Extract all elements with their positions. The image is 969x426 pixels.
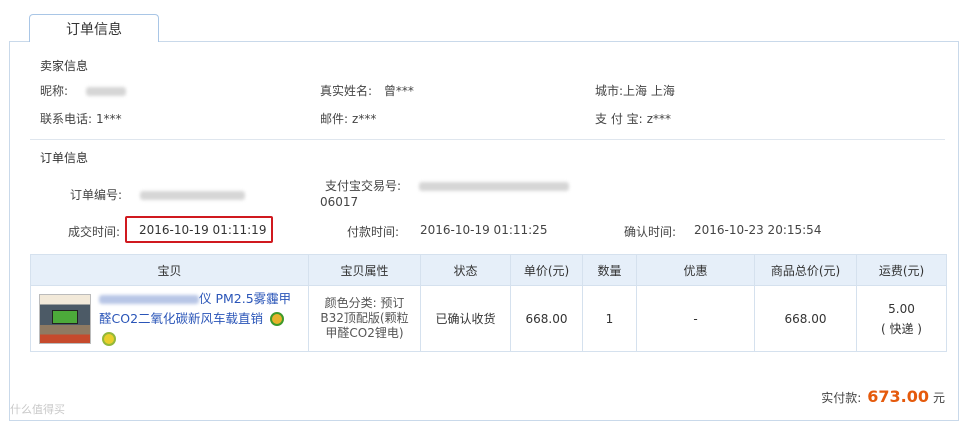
- seller-city: 城市:上海 上海: [595, 82, 675, 99]
- confirm-time-label: 确认时间:: [624, 225, 677, 239]
- shipping-method: ( 快递 ): [881, 321, 922, 336]
- nickname-value-redacted: [85, 87, 126, 96]
- divider: [30, 139, 945, 140]
- alipay-trade-tail: 06017: [320, 195, 359, 209]
- seller-email: 邮件: z***: [320, 110, 376, 127]
- table-header-row: 宝贝 宝贝属性 状态 单价(元) 数量 优惠 商品总价(元) 运费(元): [30, 254, 947, 286]
- alipay-label: 支 付 宝:: [595, 112, 643, 126]
- paid-summary: 实付款: 673.00 元: [821, 387, 945, 406]
- col-header-status: 状态: [420, 254, 511, 286]
- item-discount: -: [636, 285, 755, 352]
- seller-phone: 联系电话: 1***: [40, 110, 122, 127]
- item-shipping: 5.00 ( 快递 ): [856, 285, 947, 352]
- shipping-fee: 5.00: [888, 301, 915, 316]
- alipay-trade-redacted: [418, 182, 569, 191]
- seller-nickname: 昵称:: [40, 82, 126, 99]
- tab-order-info[interactable]: 订单信息: [29, 14, 159, 42]
- item-quantity: 1: [582, 285, 637, 352]
- order-items-table: 宝贝 宝贝属性 状态 单价(元) 数量 优惠 商品总价(元) 运费(元) 仪 P…: [30, 254, 947, 352]
- realname-label: 真实姓名:: [320, 84, 373, 98]
- seller-section-title: 卖家信息: [40, 59, 89, 73]
- col-header-unit-price: 单价(元): [510, 254, 583, 286]
- table-row: 仪 PM2.5雾霾甲醛CO2二氧化碳新风车载直销 颜色分类: 预订B32顶配版(…: [30, 285, 947, 352]
- col-header-total: 商品总价(元): [754, 254, 857, 286]
- city-value: 上海 上海: [623, 84, 675, 98]
- order-number-redacted: [139, 191, 245, 200]
- alipay-trade-label: 支付宝交易号:: [325, 179, 402, 193]
- item-unit-price: 668.00: [510, 285, 583, 352]
- col-header-attr: 宝贝属性: [308, 254, 421, 286]
- paid-currency: 元: [932, 391, 945, 405]
- product-info: 仪 PM2.5雾霾甲醛CO2二氧化碳新风车载直销: [31, 289, 308, 349]
- email-value: z***: [352, 112, 377, 126]
- product-thumbnail[interactable]: [39, 293, 91, 344]
- confirm-time-value: 2016-10-23 20:15:54: [694, 223, 822, 237]
- service-badge-icon[interactable]: [270, 312, 285, 326]
- col-header-quantity: 数量: [582, 254, 637, 286]
- email-label: 邮件:: [320, 112, 349, 126]
- pay-time-value: 2016-10-19 01:11:25: [420, 223, 548, 237]
- phone-value: 1***: [96, 112, 122, 126]
- alipay-trade-number: 支付宝交易号:: [325, 177, 569, 194]
- item-total: 668.00: [754, 285, 857, 352]
- seller-alipay: 支 付 宝: z***: [595, 110, 671, 127]
- order-number-label: 订单编号:: [70, 188, 123, 202]
- product-title-link[interactable]: 仪 PM2.5雾霾甲醛CO2二氧化碳新风车载直销: [99, 289, 295, 349]
- col-header-shipping: 运费(元): [856, 254, 947, 286]
- seller-realname: 真实姓名: 曾***: [320, 82, 414, 99]
- paid-amount: 673.00: [867, 387, 929, 406]
- deal-time-label: 成交时间:: [68, 225, 121, 239]
- realname-value: 曾***: [383, 84, 414, 98]
- watermark: 什么值得买: [10, 403, 65, 416]
- deal-time-value: 2016-10-19 01:11:19: [139, 223, 267, 237]
- item-cell: 仪 PM2.5雾霾甲醛CO2二氧化碳新风车载直销: [30, 285, 309, 352]
- alipay-value: z***: [646, 112, 671, 126]
- order-number: 订单编号:: [70, 186, 245, 203]
- paid-label: 实付款:: [821, 391, 862, 405]
- item-status: 已确认收货: [420, 285, 511, 352]
- product-title-redacted: [99, 294, 199, 304]
- item-attr: 颜色分类: 预订B32顶配版(颗粒甲醛CO2锂电): [308, 285, 421, 352]
- pay-time-label: 付款时间:: [347, 225, 400, 239]
- col-header-discount: 优惠: [636, 254, 755, 286]
- guarantee-badge-icon[interactable]: [102, 332, 116, 346]
- order-section-title: 订单信息: [40, 151, 89, 165]
- nickname-label: 昵称:: [40, 84, 69, 98]
- phone-label: 联系电话:: [40, 112, 93, 126]
- city-label: 城市:: [595, 84, 624, 98]
- col-header-item: 宝贝: [30, 254, 309, 286]
